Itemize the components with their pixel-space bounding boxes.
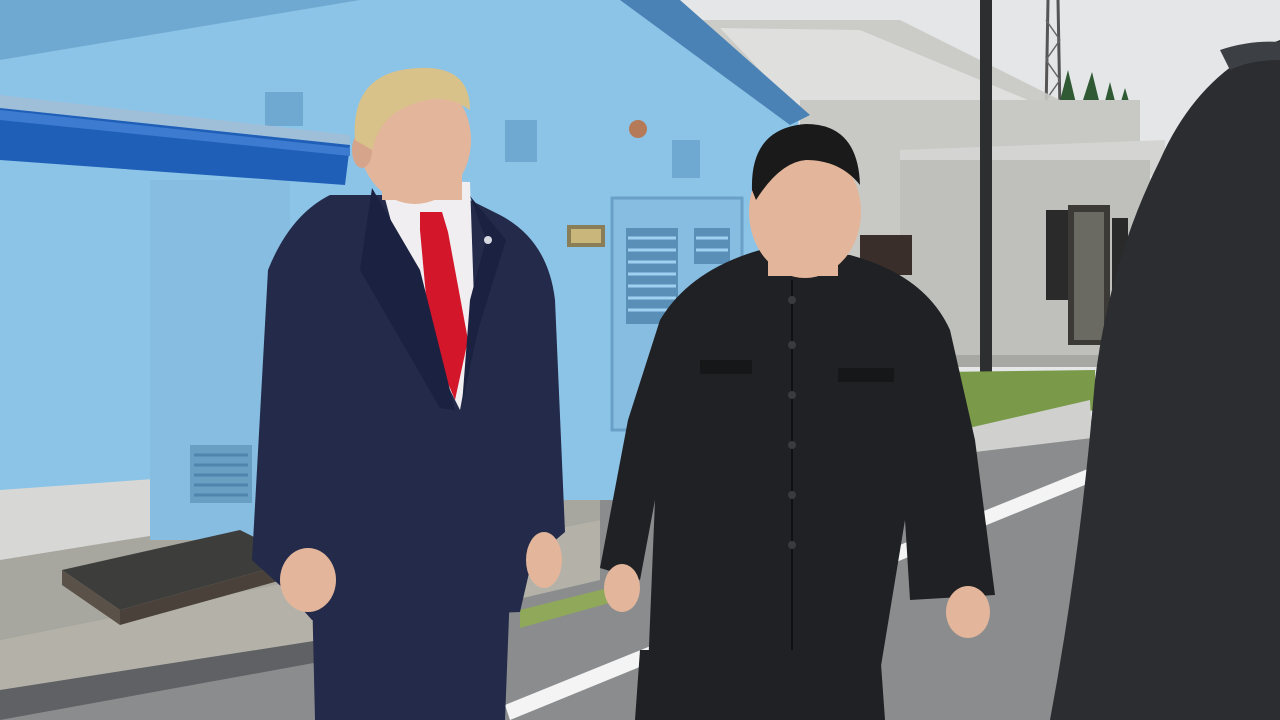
scene-svg: [0, 0, 1280, 720]
photo-scene: [0, 0, 1280, 720]
